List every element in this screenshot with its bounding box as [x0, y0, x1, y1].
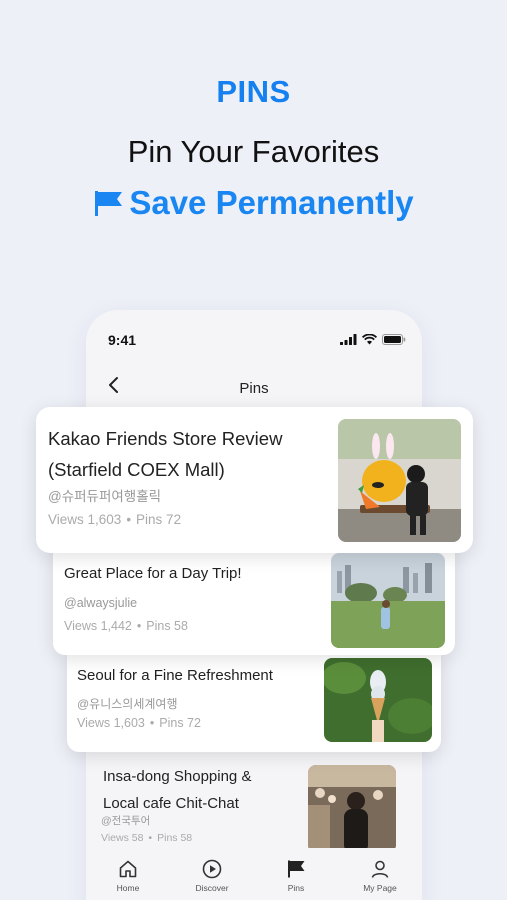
- pins-count: Pins 72: [136, 512, 182, 527]
- views-count: Views 1,603: [77, 716, 145, 730]
- card-thumbnail: [331, 553, 445, 648]
- pin-card[interactable]: Great Place for a Day Trip! @alwaysjulie…: [53, 545, 455, 655]
- home-icon: [118, 859, 138, 879]
- battery-icon: [382, 332, 406, 350]
- hero-subtitle-text: Save Permanently: [129, 184, 414, 221]
- card-title-line: Insa-dong Shopping &: [103, 768, 252, 785]
- card-title: Insa-dong Shopping & Local cafe Chit-Cha…: [103, 763, 293, 817]
- pin-card[interactable]: Kakao Friends Store Review (Starfield CO…: [36, 407, 473, 553]
- person-icon: [370, 859, 390, 879]
- pins-count: Pins 72: [159, 716, 201, 730]
- pin-card[interactable]: Seoul for a Fine Refreshment @유니스의세계여행 V…: [67, 652, 441, 752]
- hero-tag: PINS: [216, 74, 291, 109]
- tab-label: My Page: [363, 883, 397, 893]
- card-stats: Views 1,603 • Pins 72: [48, 512, 182, 527]
- card-stats: Views 1,442 • Pins 58: [64, 619, 188, 633]
- flag-icon: [286, 859, 306, 879]
- nav-bar: Pins: [86, 366, 422, 410]
- card-title: Great Place for a Day Trip!: [64, 565, 242, 582]
- flag-icon: [93, 189, 123, 217]
- hero-title: Pin Your Favorites: [127, 134, 380, 169]
- card-title-line: (Starfield COEX Mall): [48, 459, 225, 480]
- tab-mypage[interactable]: My Page: [338, 848, 422, 900]
- card-title: Seoul for a Fine Refreshment: [77, 667, 273, 684]
- signal-icon: [340, 332, 357, 350]
- card-title-line: Kakao Friends Store Review: [48, 428, 283, 449]
- views-count: Views 1,603: [48, 512, 122, 527]
- pin-card[interactable]: Insa-dong Shopping & Local cafe Chit-Cha…: [86, 755, 422, 855]
- hero-subtitle: Save Permanently: [0, 184, 507, 222]
- card-thumbnail: [324, 658, 432, 742]
- views-count: Views 1,442: [64, 619, 132, 633]
- card-stats: Views 1,603 • Pins 72: [77, 716, 201, 730]
- status-time: 9:41: [108, 332, 137, 348]
- card-author[interactable]: @유니스의세계여행: [77, 695, 178, 712]
- card-thumbnail: [338, 419, 461, 542]
- card-title: Kakao Friends Store Review (Starfield CO…: [48, 423, 328, 485]
- card-author[interactable]: @alwaysjulie: [64, 596, 137, 610]
- pins-count: Pins 58: [146, 619, 188, 633]
- card-stats: Views 58 • Pins 58: [101, 832, 193, 844]
- status-bar: 9:41: [86, 310, 422, 366]
- tab-label: Discover: [195, 883, 229, 893]
- card-author[interactable]: @슈퍼듀퍼여행홀릭: [48, 485, 161, 505]
- tab-label: Home: [116, 883, 140, 893]
- tab-pins[interactable]: Pins: [254, 848, 338, 900]
- card-thumbnail: [308, 765, 396, 853]
- status-icons: [340, 332, 406, 350]
- views-count: Views 58: [101, 832, 144, 844]
- tab-discover[interactable]: Discover: [170, 848, 254, 900]
- pins-count: Pins 58: [157, 832, 193, 844]
- tab-bar: Home Discover Pins My Page: [86, 848, 422, 900]
- card-author[interactable]: @전국투어: [101, 813, 150, 828]
- discover-icon: [202, 859, 222, 879]
- tab-label: Pins: [287, 883, 305, 893]
- page-title: Pins: [239, 380, 269, 397]
- wifi-icon: [361, 332, 378, 350]
- tab-home[interactable]: Home: [86, 848, 170, 900]
